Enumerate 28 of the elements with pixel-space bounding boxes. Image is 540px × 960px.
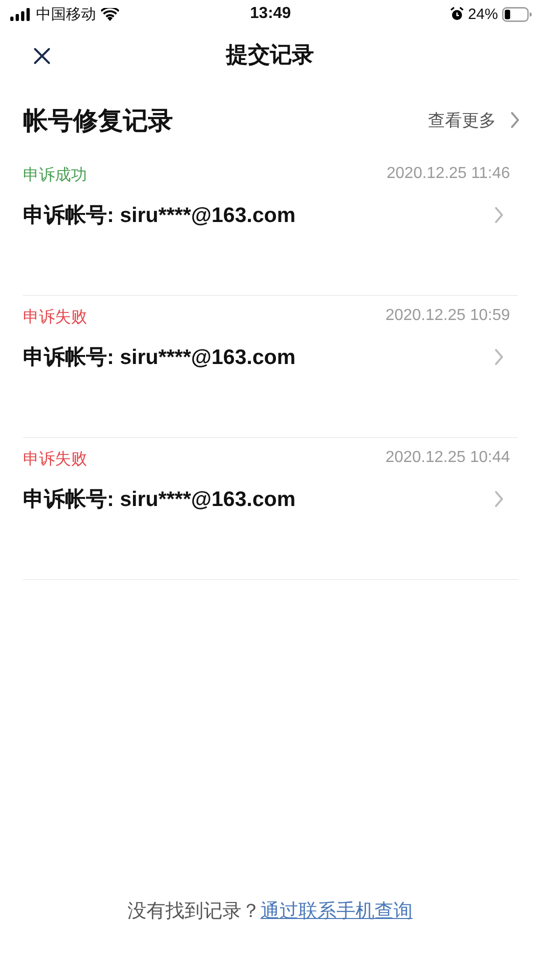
wifi-icon (101, 8, 119, 20)
status-label: 申诉失败 (23, 308, 87, 328)
chevron-icon (494, 206, 504, 224)
record-time: 2020.12.25 10:44 (385, 449, 511, 468)
account-text: 申诉帐号: siru****@163.com (23, 345, 296, 371)
footer-text: 没有找到记录？ (128, 900, 260, 924)
account-text: 申诉帐号: siru****@163.com (23, 203, 296, 229)
record-time: 2020.12.25 11:46 (386, 165, 511, 184)
signal-icon (9, 8, 31, 20)
record-time: 2020.12.25 10:59 (385, 307, 511, 326)
alarm-icon (450, 7, 464, 21)
phone-query-link[interactable]: 通过联系手机查询 (260, 898, 412, 924)
chevron-icon (494, 348, 504, 366)
record-item[interactable]: 申诉失败 2020.12.25 10:59 申诉帐号: siru****@163.com (23, 296, 518, 438)
carrier-name: 中国移动 (36, 4, 96, 24)
clock-time: 13:49 (250, 5, 291, 23)
record-item[interactable]: 申诉失败 2020.12.25 10:44 申诉帐号: siru****@163.com (23, 438, 518, 580)
chevron-icon (510, 111, 520, 129)
status-label: 申诉成功 (23, 166, 87, 186)
view-more-link[interactable]: 查看更多 (428, 108, 520, 132)
page-title: 提交记录 (226, 41, 314, 69)
section-title: 帐号修复记录 (23, 106, 173, 136)
status-label: 申诉失败 (23, 450, 87, 470)
account-text: 申诉帐号: siru****@163.com (23, 487, 296, 513)
battery-icon (502, 6, 532, 22)
battery-percent: 24% (468, 6, 498, 22)
chevron-icon (494, 490, 504, 508)
record-item[interactable]: 申诉成功 2020.12.25 11:46 申诉帐号: siru****@163.com (23, 154, 518, 296)
